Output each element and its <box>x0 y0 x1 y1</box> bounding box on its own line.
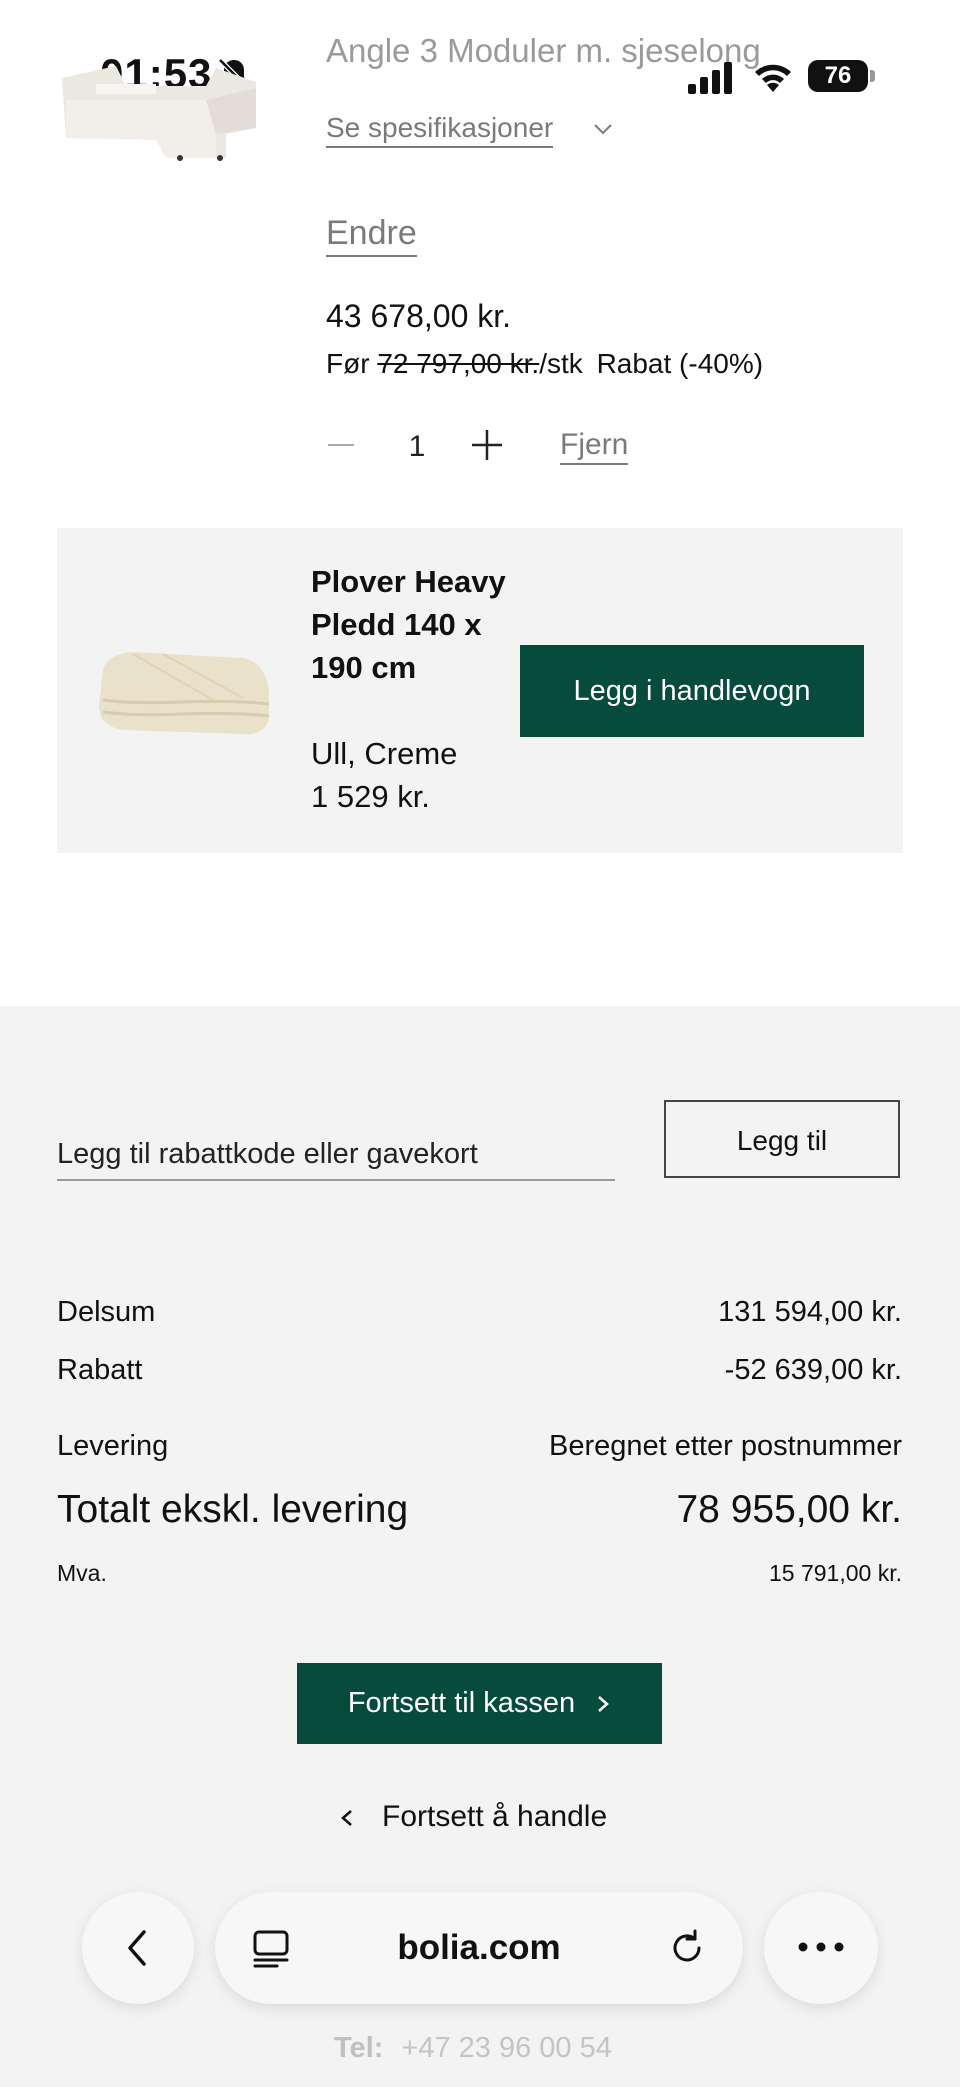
discount-total-label: Rabatt <box>57 1354 143 1386</box>
chevron-down-icon[interactable] <box>592 118 614 140</box>
apply-code-button[interactable]: Legg til <box>664 1100 900 1178</box>
upsell-variant: Ull, Creme <box>311 736 458 771</box>
upsell-product-name[interactable]: Plover Heavy Pledd 140 x 190 cm <box>311 560 511 689</box>
browser-back-button[interactable] <box>82 1892 194 2004</box>
ellipsis-icon <box>798 1942 844 1952</box>
total-value: 78 955,00 kr. <box>676 1488 902 1531</box>
product-price: 43 678,00 kr. <box>326 298 512 334</box>
product-name[interactable]: Angle 3 Moduler m. sjeselong <box>326 32 761 70</box>
delivery-label: Levering <box>57 1430 169 1462</box>
blanket-thumbnail[interactable] <box>93 640 275 740</box>
address-bar[interactable]: bolia.com <box>215 1892 743 2004</box>
total-label: Totalt ekskl. levering <box>57 1488 409 1531</box>
discount-total-value: -52 639,00 kr. <box>724 1354 902 1386</box>
vat-label: Mva. <box>57 1560 107 1586</box>
upsell-price: 1 529 kr. <box>311 779 430 814</box>
tel-number: +47 23 96 00 54 <box>401 2032 612 2064</box>
discount-code-input[interactable]: Legg til rabattkode eller gavekort <box>57 1138 615 1181</box>
original-price-line: Før 72 797,00 kr./stk Rabat (-40%) <box>326 348 763 380</box>
specifications-link[interactable]: Se spesifikasjoner <box>326 112 554 148</box>
before-label: Før <box>326 348 370 379</box>
reload-icon[interactable] <box>667 1928 707 1968</box>
continue-shopping-label: Fortsett å handle <box>382 1800 608 1833</box>
discount-label: Rabat (-40%) <box>596 348 764 379</box>
sofa-thumbnail[interactable] <box>56 60 270 162</box>
battery-icon: 76 <box>808 60 876 94</box>
unit-label: /stk <box>539 348 583 379</box>
chevron-right-icon <box>598 1696 610 1713</box>
chevron-left-icon <box>341 1810 352 1827</box>
quantity-increase-button[interactable] <box>470 428 504 462</box>
battery-level: 76 <box>824 62 852 89</box>
quantity-decrease-button[interactable] <box>326 430 356 460</box>
upsell-card: Plover Heavy Pledd 140 x 190 cm Ull, Cre… <box>57 528 903 853</box>
add-to-cart-button[interactable]: Legg i handlevogn <box>520 645 864 737</box>
remove-item-link[interactable]: Fjern <box>560 428 629 465</box>
delivery-value: Beregnet etter postnummer <box>548 1430 902 1462</box>
checkout-label: Fortsett til kassen <box>347 1687 576 1719</box>
tel-label: Tel: <box>334 2032 384 2064</box>
more-options-button[interactable] <box>764 1892 878 2004</box>
url-text[interactable]: bolia.com <box>215 1892 743 2004</box>
edit-link[interactable]: Endre <box>326 214 417 257</box>
footer-phone[interactable]: Tel: +47 23 96 00 54 <box>334 2032 612 2065</box>
checkout-button[interactable]: Fortsett til kassen <box>297 1663 662 1744</box>
quantity-value[interactable]: 1 <box>402 430 432 464</box>
subtotal-label: Delsum <box>57 1296 156 1328</box>
vat-value: 15 791,00 kr. <box>769 1560 902 1586</box>
old-price: 72 797,00 kr. <box>377 348 540 379</box>
continue-shopping-link[interactable]: Fortsett å handle <box>340 1800 607 1834</box>
upsell-product-details: Ull, Creme 1 529 kr. <box>311 732 457 818</box>
subtotal-value: 131 594,00 kr. <box>718 1296 902 1328</box>
back-arrow-icon <box>128 1930 146 1966</box>
